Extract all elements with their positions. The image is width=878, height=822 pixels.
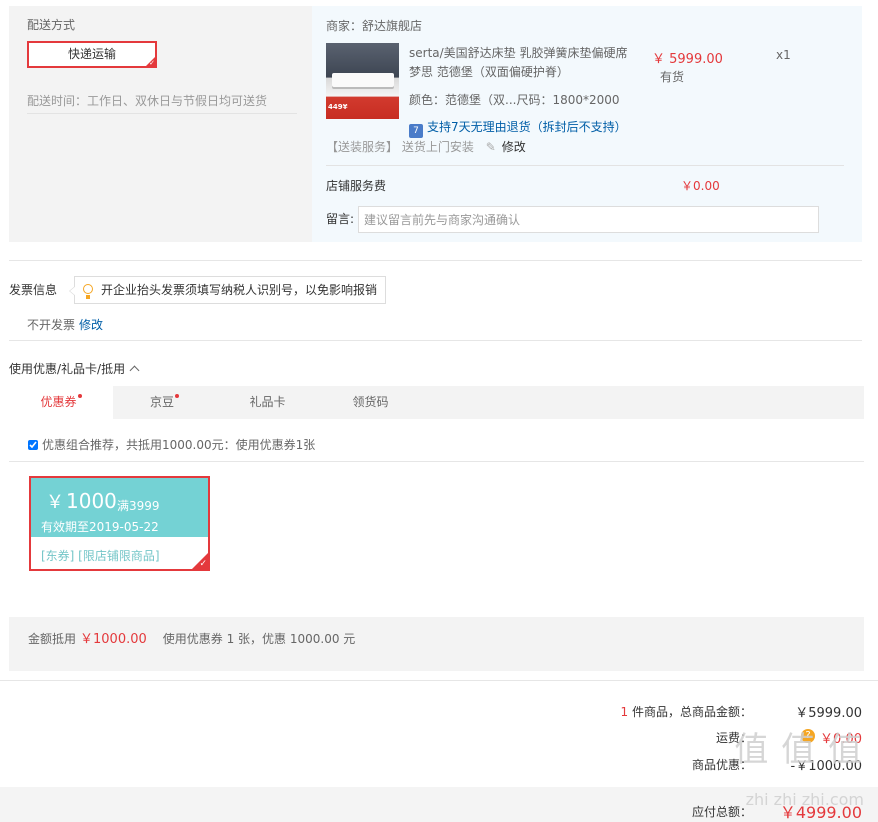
tip-arrow-inner (70, 286, 76, 296)
return-7day-icon: 7 (409, 124, 423, 138)
coupon-validity: 有效期至2019-05-22 (41, 520, 159, 534)
invoice-status: 不开发票 修改 (27, 316, 103, 333)
combo-checkbox[interactable] (28, 440, 38, 450)
combo-text: 优惠组合推荐，共抵用1000.00元：使用优惠券1张 (42, 438, 316, 452)
shipping-method-button[interactable]: 快递运输 ✓ (27, 41, 157, 68)
product-spec: 颜色：范德堡（双...尺码：1800*2000 (409, 93, 620, 107)
invoice-tip-text: 开企业抬头发票须填写纳税人识别号，以免影响报销 (101, 283, 378, 297)
invoice-edit-link[interactable]: 修改 (79, 318, 103, 332)
message-input[interactable] (358, 206, 819, 233)
coupon-card[interactable]: ￥ 1000 满3999 有效期至2019-05-22 [东券] [限店铺限商品]… (29, 476, 210, 571)
divider (27, 113, 297, 114)
coupon-condition: 满3999 (117, 499, 160, 513)
coupon-summary: 金额抵用 ￥1000.00 使用优惠券 1 张，优惠 1000.00 元 (28, 628, 355, 647)
shop-name: 商家：舒达旗舰店 (326, 19, 423, 33)
tab-label: 领货码 (352, 395, 389, 409)
coupon-section-toggle[interactable]: 使用优惠/礼品卡/抵用 (9, 360, 140, 377)
mattress-image (332, 73, 394, 87)
goods-total-label: 1 件商品，总商品金额： (621, 703, 752, 720)
return-policy[interactable]: 7 支持7天无理由退货（拆封后不支持） (409, 118, 627, 138)
divider (0, 680, 878, 681)
new-dot-icon (77, 394, 82, 398)
coupon-tags: [东券] [限店铺限商品] (41, 549, 160, 563)
product-title[interactable]: serta/美国舒达床垫 乳胶弹簧床垫偏硬席梦思 范德堡（双面偏硬护脊） (409, 44, 634, 82)
invoice-status-text: 不开发票 (27, 318, 76, 332)
yen-symbol: ￥ (46, 492, 64, 513)
install-service: 【送装服务】 送货上门安装 ✎ 修改 (326, 138, 526, 155)
pay-total-label: 应付总额： (691, 805, 752, 819)
shipping-title: 配送方式 (27, 18, 76, 32)
tab-pickup-code[interactable]: 领货码 (319, 386, 422, 419)
product-price: ￥ 5999.00 (652, 52, 723, 67)
divider (9, 461, 864, 462)
lightbulb-icon (83, 284, 93, 294)
tab-label: 优惠券 (40, 395, 77, 409)
tab-label: 京豆 (149, 395, 174, 409)
tab-coupons[interactable]: 优惠券 (9, 386, 113, 419)
divider (9, 260, 862, 261)
chevron-up-icon (129, 365, 140, 376)
product-thumbnail[interactable]: 449¥ (326, 43, 399, 119)
check-icon: ✓ (199, 559, 207, 569)
divider (326, 165, 844, 166)
product-quantity: x1 (776, 48, 791, 62)
tab-jingdou[interactable]: 京豆 (113, 386, 216, 419)
watermark-url: zhi zhi zhi.com (745, 790, 864, 809)
service-label: 【送装服务】 (326, 140, 399, 154)
pencil-icon[interactable]: ✎ (486, 140, 496, 154)
divider (9, 340, 862, 341)
service-value: 送货上门安装 (401, 140, 474, 154)
thumb-price-tag: 449¥ (328, 103, 348, 111)
coupon-amount-value: 1000 (66, 489, 117, 513)
coupon-card-header: ￥ 1000 满3999 有效期至2019-05-22 (31, 478, 208, 537)
invoice-title: 发票信息 (9, 283, 58, 297)
message-label: 留言: (326, 212, 355, 226)
tab-label: 礼品卡 (249, 395, 286, 409)
return-policy-text: 支持7天无理由退货（拆封后不支持） (427, 120, 627, 134)
lightbulb-base (86, 295, 90, 299)
summary-amount: ￥1000.00 (80, 632, 147, 647)
shop-fee-label: 店铺服务费 (326, 179, 387, 193)
coupon-amount: ￥ 1000 (46, 488, 117, 514)
goods-total-value: ￥5999.00 (795, 706, 862, 721)
stock-status: 有货 (660, 70, 685, 84)
coupon-combo[interactable]: 优惠组合推荐，共抵用1000.00元：使用优惠券1张 (28, 436, 315, 453)
shipping-time: 配送时间：工作日、双休日与节假日均可送货 (27, 94, 268, 108)
watermark-logo: 值 值 值 (734, 730, 863, 770)
shipping-method-label: 快递运输 (67, 47, 116, 61)
goods-label-text: 件商品，总商品金额： (631, 705, 752, 719)
summary-label: 金额抵用 (28, 632, 77, 646)
shop-fee-value: ￥0.00 (681, 179, 720, 193)
summary-text: 使用优惠券 1 张，优惠 1000.00 元 (162, 632, 356, 646)
new-dot-icon (175, 394, 179, 398)
invoice-tip: 开企业抬头发票须填写纳税人识别号，以免影响报销 (69, 276, 387, 304)
service-edit-link[interactable]: 修改 (502, 140, 526, 154)
item-count: 1 (620, 705, 629, 719)
coupon-section-title: 使用优惠/礼品卡/抵用 (9, 362, 126, 376)
check-icon: ✓ (149, 59, 155, 67)
tab-gift-card[interactable]: 礼品卡 (216, 386, 319, 419)
